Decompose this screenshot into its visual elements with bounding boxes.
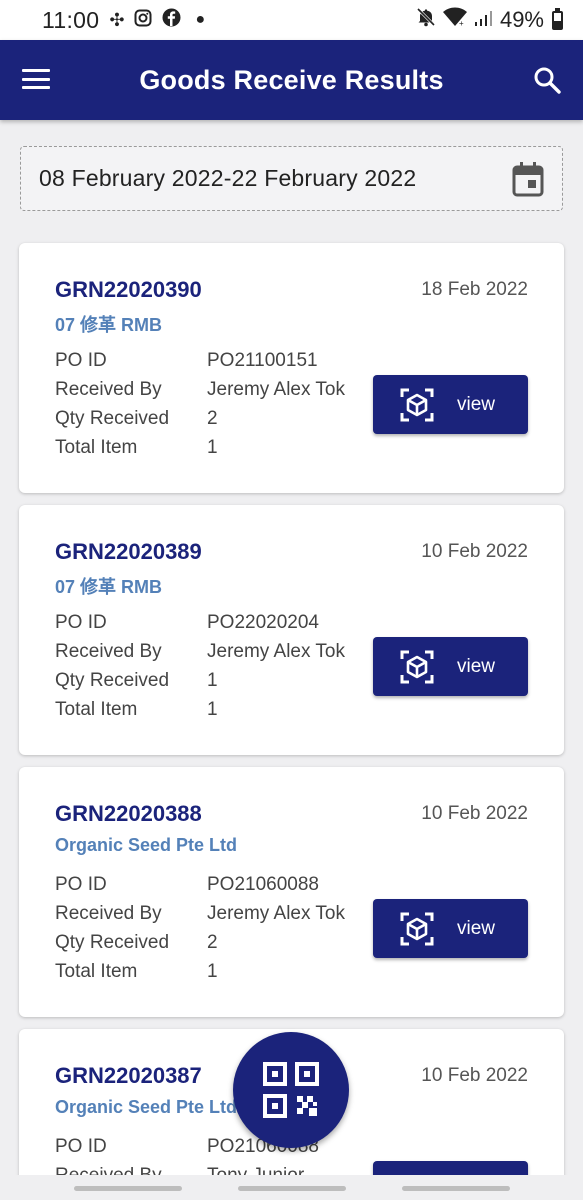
grn-date: 18 Feb 2022: [421, 279, 528, 300]
ar-cube-icon: [400, 912, 434, 945]
po-id-value: PO21100151: [207, 350, 318, 371]
po-id-label: PO ID: [55, 1136, 107, 1157]
view-button[interactable]: view: [373, 375, 528, 434]
date-range-text: 08 February 2022-22 February 2022: [39, 165, 417, 191]
menu-icon-line: [22, 86, 50, 89]
pinwheel-icon: ✣: [109, 9, 125, 30]
qr-code-icon: [263, 1062, 319, 1118]
view-label: view: [457, 393, 496, 415]
supplier-name: Organic Seed Pte Ltd: [55, 835, 238, 855]
battery-icon: [552, 7, 563, 30]
qty-received-label: Qty Received: [55, 408, 170, 429]
nav-handle: [402, 1186, 510, 1191]
total-item-label: Total Item: [55, 961, 138, 982]
menu-icon: [22, 69, 50, 72]
grn-card[interactable]: GRN22020389 10 Feb 2022 07 修革 RMB PO ID …: [19, 505, 564, 755]
calendar-icon[interactable]: [512, 161, 544, 197]
view-label: view: [457, 917, 496, 939]
view-label: view: [457, 655, 496, 677]
grn-number: GRN22020387: [55, 1063, 202, 1088]
nav-handle: [238, 1186, 346, 1191]
total-item-value: 1: [207, 699, 218, 720]
grn-number: GRN22020390: [55, 277, 202, 302]
app-bar: Goods Receive Results: [0, 40, 583, 120]
view-button[interactable]: view: [373, 899, 528, 958]
menu-icon-line: [22, 77, 50, 81]
ar-cube-icon: [400, 650, 434, 683]
qty-received-label: Qty Received: [55, 932, 170, 953]
po-id-value: PO21060088: [207, 874, 319, 895]
menu-button[interactable]: [22, 67, 50, 91]
grn-date: 10 Feb 2022: [421, 1065, 528, 1086]
supplier-name: Organic Seed Pte Ltd: [55, 1097, 238, 1117]
po-id-value: PO22020204: [207, 612, 319, 633]
search-icon: [534, 67, 561, 94]
ar-cube-icon: [400, 388, 434, 421]
po-id-label: PO ID: [55, 612, 107, 633]
supplier-name: 07 修革 RMB: [55, 315, 163, 335]
po-id-label: PO ID: [55, 874, 107, 895]
qty-received-label: Qty Received: [55, 670, 170, 691]
svg-text:+: +: [459, 19, 464, 27]
battery-percent: 49%: [499, 7, 544, 32]
qty-received-value: 2: [207, 932, 218, 953]
grn-date: 10 Feb 2022: [421, 541, 528, 562]
received-by-value: Jeremy Alex Tok: [207, 641, 345, 662]
scan-qr-button[interactable]: [233, 1032, 349, 1148]
qty-received-value: 2: [207, 408, 218, 429]
date-range-picker[interactable]: 08 February 2022-22 February 2022: [20, 146, 563, 211]
search-button[interactable]: [533, 66, 561, 94]
supplier-name: 07 修革 RMB: [55, 577, 163, 597]
total-item-label: Total Item: [55, 437, 138, 458]
view-button[interactable]: view: [373, 637, 528, 696]
grn-number: GRN22020388: [55, 801, 202, 826]
notification-dot-icon: ●: [195, 11, 206, 28]
qty-received-value: 1: [207, 670, 218, 691]
status-bar: 11:00 ✣ ● + 49%: [0, 0, 583, 40]
grn-card[interactable]: GRN22020388 10 Feb 2022 Organic Seed Pte…: [19, 767, 564, 1017]
received-by-label: Received By: [55, 379, 162, 400]
mute-icon: [416, 7, 436, 33]
nav-handle: [74, 1186, 182, 1191]
total-item-value: 1: [207, 961, 218, 982]
status-time: 11:00: [42, 6, 100, 33]
grn-date: 10 Feb 2022: [421, 803, 528, 824]
received-by-value: Jeremy Alex Tok: [207, 379, 345, 400]
total-item-value: 1: [207, 437, 218, 458]
grn-card[interactable]: GRN22020390 18 Feb 2022 07 修革 RMB PO ID …: [19, 243, 564, 493]
signal-icon: [474, 7, 494, 33]
grn-number: GRN22020389: [55, 539, 202, 564]
wifi-icon: +: [442, 7, 468, 33]
received-by-label: Received By: [55, 641, 162, 662]
received-by-value: Jeremy Alex Tok: [207, 903, 345, 924]
facebook-icon: [162, 8, 181, 32]
instagram-icon: [134, 9, 152, 32]
total-item-label: Total Item: [55, 699, 138, 720]
page-title: Goods Receive Results: [139, 64, 444, 95]
received-by-label: Received By: [55, 903, 162, 924]
po-id-label: PO ID: [55, 350, 107, 371]
